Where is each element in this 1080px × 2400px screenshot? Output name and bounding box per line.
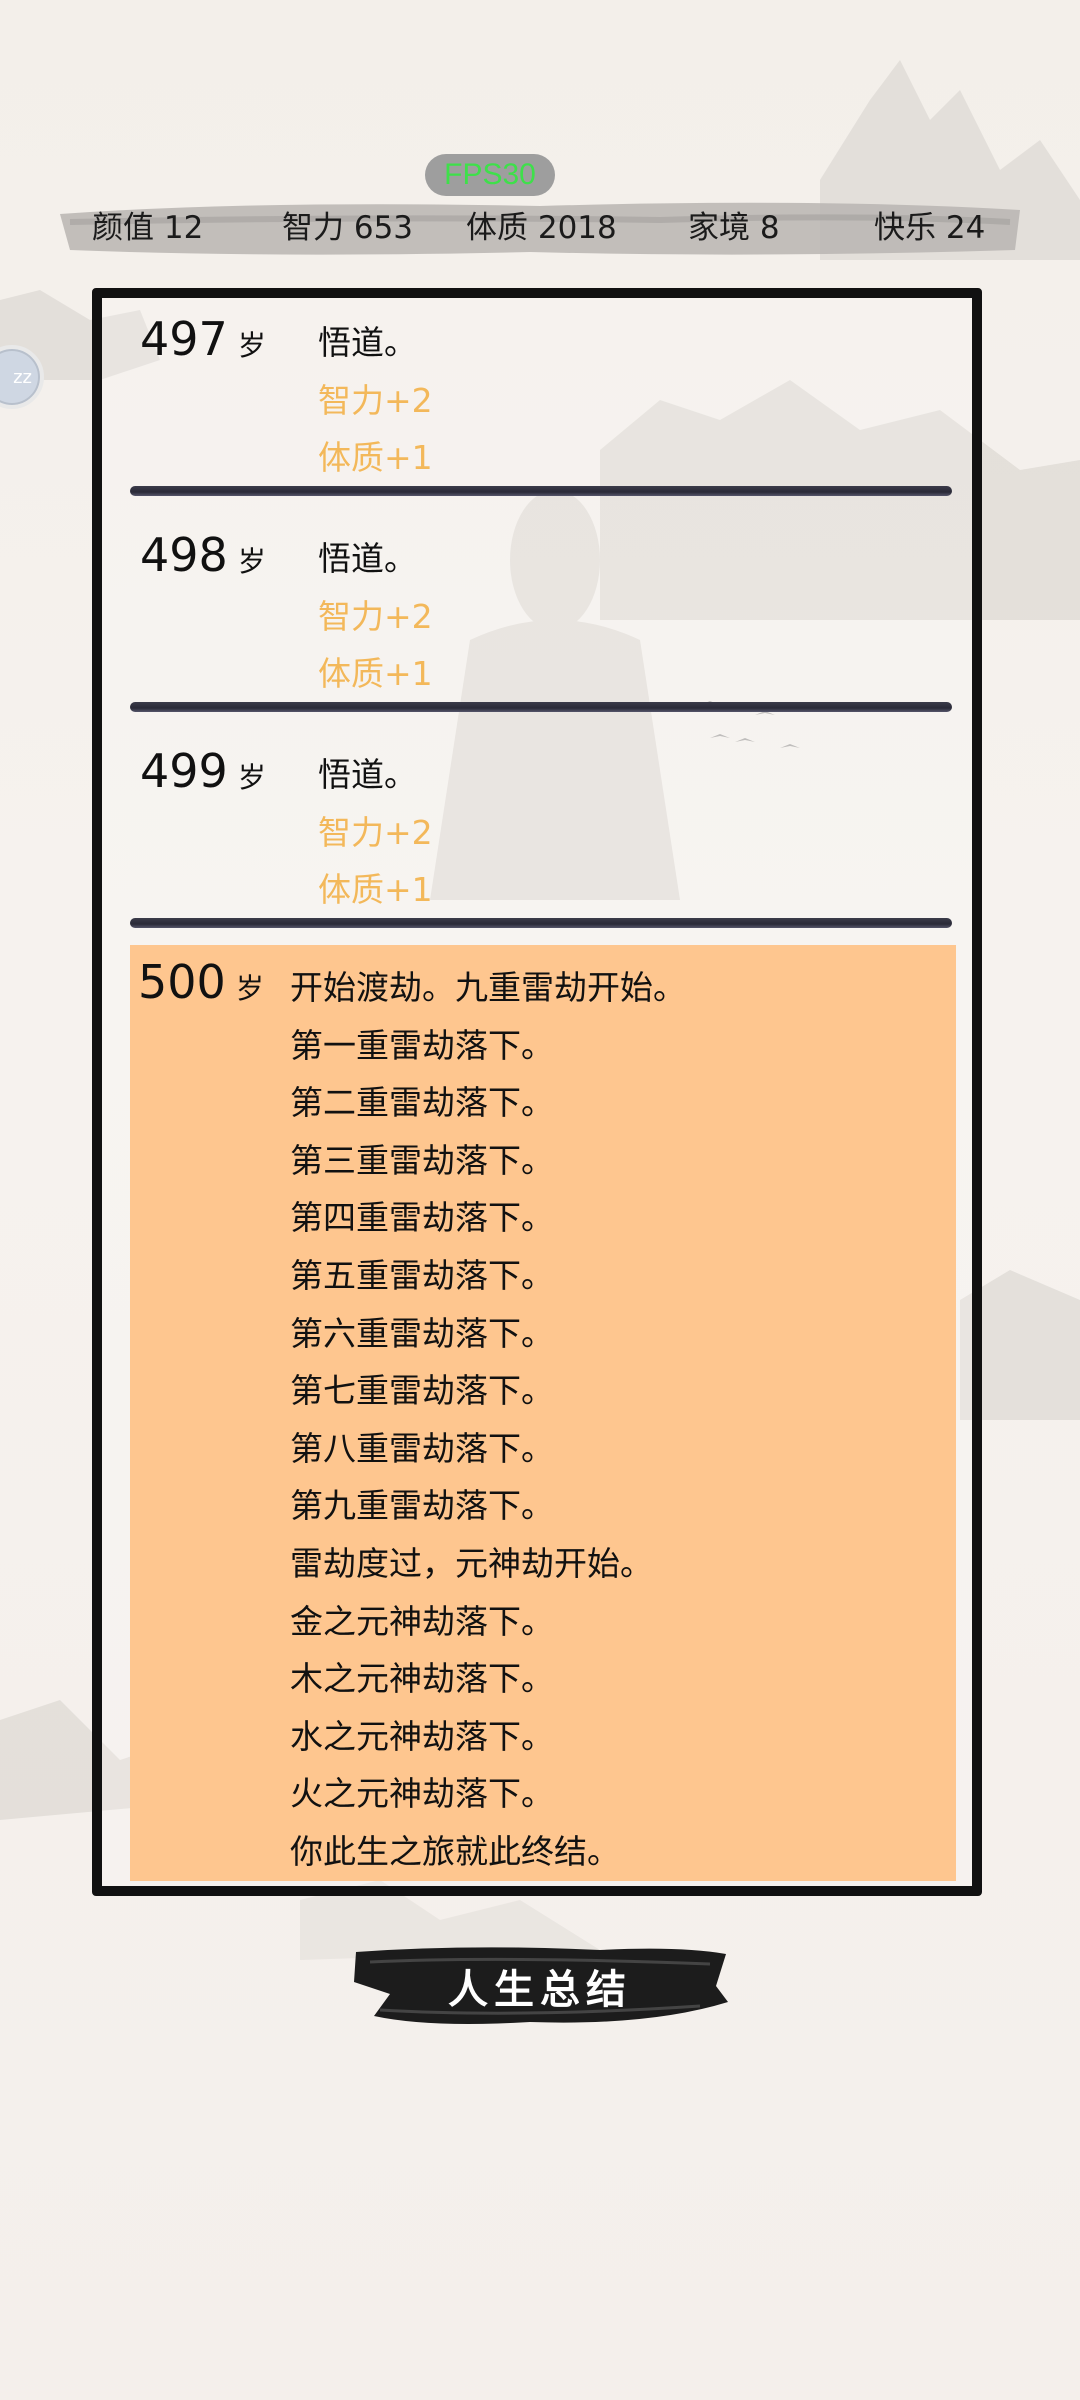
age-label: 500 岁 bbox=[138, 955, 264, 1009]
entry-divider bbox=[130, 486, 952, 496]
stat-intelligence: 智力 653 bbox=[282, 210, 414, 246]
event-text: 开始渡劫。九重雷劫开始。 bbox=[290, 968, 686, 1007]
event-text: 第七重雷劫落下。 bbox=[290, 1371, 554, 1411]
event-text: 悟道。 bbox=[318, 323, 417, 362]
event-text: 悟道。 bbox=[318, 539, 417, 578]
event-text: 水之元神劫落下。 bbox=[290, 1716, 554, 1756]
event-text: 第二重雷劫落下。 bbox=[290, 1083, 554, 1123]
attribute-gain: 智力+2 bbox=[318, 596, 433, 636]
life-summary-button[interactable]: 人生总结 bbox=[350, 1942, 730, 2030]
final-event-entry: 500 岁 开始渡劫。九重雷劫开始。 第一重雷劫落下。 第二重雷劫落下。 第三重雷… bbox=[130, 945, 956, 1881]
event-text: 火之元神劫落下。 bbox=[290, 1774, 554, 1814]
life-events-panel[interactable]: 497 岁 悟道。 智力+2 体质+1 498 岁 悟道。 智力+2 体质+1 49… bbox=[92, 288, 982, 1896]
summary-button-label: 人生总结 bbox=[448, 1967, 632, 2013]
event-entry: 498 岁 悟道。 智力+2 体质+1 bbox=[130, 516, 956, 724]
attribute-stats-bar: 颜值 12 智力 653 体质 2018 家境 8 快乐 24 bbox=[60, 192, 1020, 258]
event-text: 第一重雷劫落下。 bbox=[290, 1025, 554, 1065]
event-text: 第四重雷劫落下。 bbox=[290, 1198, 554, 1238]
event-text: 第九重雷劫落下。 bbox=[290, 1486, 554, 1526]
attribute-gain: 智力+2 bbox=[318, 812, 433, 852]
event-text: 第五重雷劫落下。 bbox=[290, 1255, 554, 1295]
event-text: 悟道。 bbox=[318, 755, 417, 794]
entry-divider bbox=[130, 702, 952, 712]
entry-divider bbox=[130, 918, 952, 928]
event-entry: 499 岁 悟道。 智力+2 体质+1 bbox=[130, 732, 956, 940]
age-label: 499 岁 bbox=[140, 744, 266, 798]
event-text: 木之元神劫落下。 bbox=[290, 1659, 554, 1699]
stat-appearance: 颜值 12 bbox=[92, 210, 204, 246]
attribute-gain: 智力+2 bbox=[318, 380, 433, 420]
event-text: 第六重雷劫落下。 bbox=[290, 1313, 554, 1353]
attribute-gain: 体质+1 bbox=[318, 438, 433, 478]
floating-bubble-button[interactable]: zz bbox=[0, 345, 44, 409]
age-label: 498 岁 bbox=[140, 528, 266, 582]
event-text: 第八重雷劫落下。 bbox=[290, 1428, 554, 1468]
age-label: 497 岁 bbox=[140, 312, 266, 366]
fps-counter: FPS30 bbox=[425, 154, 555, 196]
event-entry: 497 岁 悟道。 智力+2 体质+1 bbox=[130, 300, 956, 508]
event-text: 雷劫度过，元神劫开始。 bbox=[290, 1543, 653, 1583]
event-text: 金之元神劫落下。 bbox=[290, 1601, 554, 1641]
stat-happiness: 快乐 24 bbox=[874, 210, 986, 246]
stat-family-wealth: 家境 8 bbox=[688, 210, 780, 246]
attribute-gain: 体质+1 bbox=[318, 870, 433, 910]
event-text: 第三重雷劫落下。 bbox=[290, 1140, 554, 1180]
event-text: 你此生之旅就此终结。 bbox=[290, 1831, 620, 1871]
attribute-gain: 体质+1 bbox=[318, 654, 433, 694]
stat-constitution: 体质 2018 bbox=[466, 210, 617, 246]
